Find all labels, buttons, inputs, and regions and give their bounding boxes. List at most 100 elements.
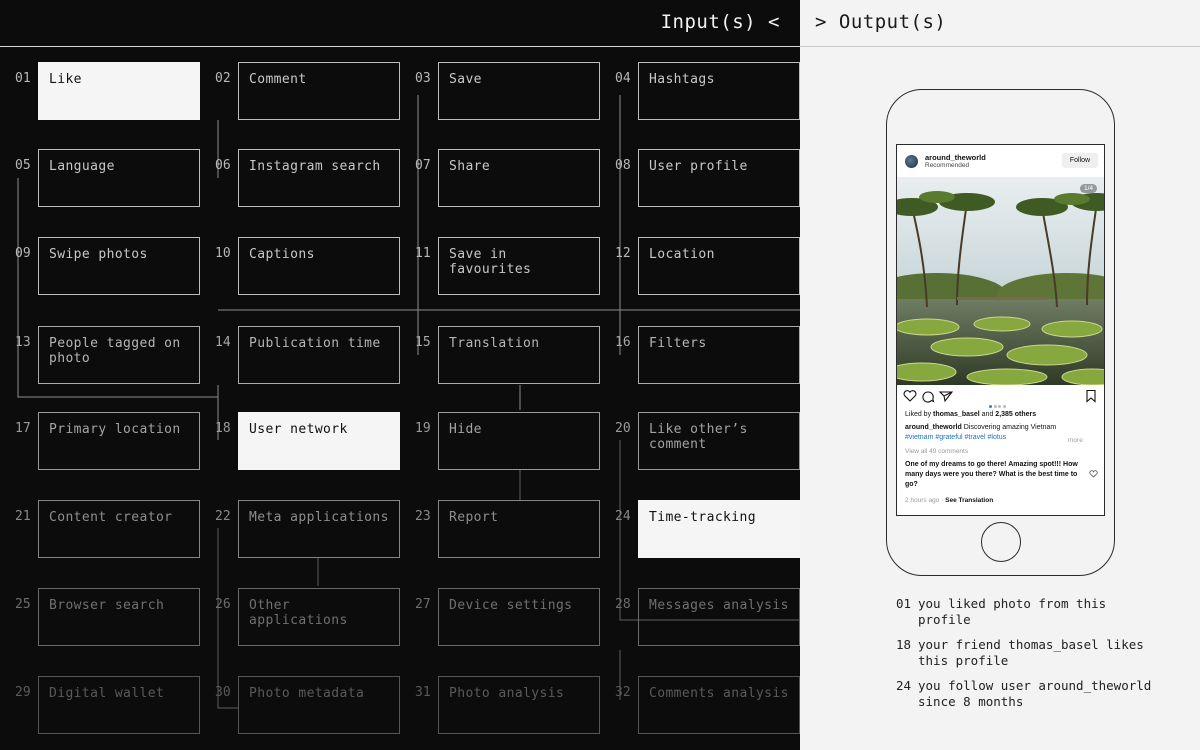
output-header: > Output(s) [800, 0, 1200, 47]
cell-number: 07 [415, 158, 431, 173]
input-cell-swipe-photos[interactable]: Swipe photos [38, 237, 200, 295]
cell-number: 02 [215, 71, 231, 86]
input-cell-language[interactable]: Language [38, 149, 200, 207]
comment-like-icon[interactable] [1089, 470, 1098, 478]
view-comments-link[interactable]: View all 49 comments [905, 448, 968, 455]
input-cell-digital-wallet[interactable]: Digital wallet [38, 676, 200, 734]
input-cell-share[interactable]: Share [438, 149, 600, 207]
input-cell-photo-analysis[interactable]: Photo analysis [438, 676, 600, 734]
input-cell-user-network[interactable]: User network [238, 412, 400, 470]
output-number: 24 [896, 678, 912, 693]
input-cell-hide[interactable]: Hide [438, 412, 600, 470]
cell-number: 23 [415, 509, 431, 524]
input-cell-translation[interactable]: Translation [438, 326, 600, 384]
cell-number: 19 [415, 421, 431, 436]
output-panel: > Output(s) around_theworld Recommended … [800, 0, 1200, 750]
input-cell-browser-search[interactable]: Browser search [38, 588, 200, 646]
share-icon [938, 391, 953, 403]
cell-number: 32 [615, 685, 631, 700]
caption-user[interactable]: around_theworld [905, 424, 962, 431]
output-number: 01 [896, 596, 912, 611]
avatar[interactable] [905, 155, 918, 168]
cell-number: 30 [215, 685, 231, 700]
input-cell-like[interactable]: Like [38, 62, 200, 120]
input-cell-hashtags[interactable]: Hashtags [638, 62, 800, 120]
cell-number: 21 [15, 509, 31, 524]
cell-number: 10 [215, 246, 231, 261]
input-cell-save[interactable]: Save [438, 62, 600, 120]
cell-number: 17 [15, 421, 31, 436]
input-cell-user-profile[interactable]: User profile [638, 149, 800, 207]
input-cell-other-applications[interactable]: Other applications [238, 588, 400, 646]
output-title: > Output(s) [815, 11, 947, 33]
input-cell-publication-time[interactable]: Publication time [238, 326, 400, 384]
input-cell-report[interactable]: Report [438, 500, 600, 558]
time-ago: 2 hours ago [905, 497, 940, 504]
input-cell-instagram-search[interactable]: Instagram search [238, 149, 400, 207]
input-cell-like-other-s-comment[interactable]: Like other’s comment [638, 412, 800, 470]
cell-number: 20 [615, 421, 631, 436]
cell-number: 25 [15, 597, 31, 612]
output-list: 01 you liked photo from this profile 18 you… [896, 596, 1166, 719]
post-username[interactable]: around_theworld [925, 153, 986, 162]
output-text: you liked photo from this profile [918, 596, 1107, 627]
cell-number: 24 [615, 509, 631, 524]
cell-number: 12 [615, 246, 631, 261]
more-link[interactable]: more [1068, 437, 1083, 444]
input-cell-comment[interactable]: Comment [238, 62, 400, 120]
input-cell-content-creator[interactable]: Content creator [38, 500, 200, 558]
input-cell-filters[interactable]: Filters [638, 326, 800, 384]
input-cell-device-settings[interactable]: Device settings [438, 588, 600, 646]
input-cell-save-in-favourites[interactable]: Save in favourites [438, 237, 600, 295]
action-icons [903, 390, 953, 403]
cell-number: 28 [615, 597, 631, 612]
output-text: you follow user around_theworld since 8 … [918, 678, 1152, 709]
cell-number: 05 [15, 158, 31, 173]
likes-count[interactable]: 2,385 others [995, 411, 1036, 418]
input-cell-people-tagged-on-photo[interactable]: People tagged on photo [38, 326, 200, 384]
cell-number: 14 [215, 335, 231, 350]
input-cell-location[interactable]: Location [638, 237, 800, 295]
comment-icon [922, 391, 935, 403]
post-photo[interactable]: 1/4 [897, 177, 1104, 385]
post-header: around_theworld Recommended Follow [897, 145, 1104, 177]
post-subtitle: Recommended [925, 162, 970, 169]
liked-by-user[interactable]: thomas_basel [933, 411, 980, 418]
input-cell-messages-analysis[interactable]: Messages analysis [638, 588, 800, 646]
input-cell-primary-location[interactable]: Primary location [38, 412, 200, 470]
likes-line: Liked by thomas_basel and 2,385 others [905, 411, 1037, 418]
output-item: 24 you follow user around_theworld since … [896, 678, 1166, 710]
input-cell-captions[interactable]: Captions [238, 237, 400, 295]
input-cell-photo-metadata[interactable]: Photo metadata [238, 676, 400, 734]
cell-number: 22 [215, 509, 231, 524]
cell-number: 27 [415, 597, 431, 612]
input-cell-meta-applications[interactable]: Meta applications [238, 500, 400, 558]
bookmark-icon[interactable] [1085, 389, 1097, 403]
cell-number: 29 [15, 685, 31, 700]
caption-text: Discovering amazing Vietnam [961, 424, 1057, 431]
cell-number: 15 [415, 335, 431, 350]
input-panel: Input(s) < 01 Like 02 Comment 03 Save 04 Hashta… [0, 0, 800, 750]
input-cell-time-tracking[interactable]: Time-tracking [638, 500, 800, 558]
cell-number: 16 [615, 335, 631, 350]
photo-counter: 1/4 [1079, 184, 1097, 193]
cell-number: 04 [615, 71, 631, 86]
caption: around_theworld Discovering amazing Viet… [905, 423, 1095, 443]
follow-button[interactable]: Follow [1062, 153, 1098, 168]
see-translation-link[interactable]: See Translation [945, 497, 993, 504]
post-meta: 2 hours ago · See Translation [905, 497, 994, 504]
home-button[interactable] [981, 522, 1021, 562]
comment-text: One of my dreams to go there! Amazing sp… [905, 461, 1078, 488]
cell-number: 13 [15, 335, 31, 350]
cell-number: 11 [415, 246, 431, 261]
output-number: 18 [896, 637, 912, 652]
cell-number: 18 [215, 421, 231, 436]
cell-number: 06 [215, 158, 231, 173]
lotus-pond-photo [897, 177, 1104, 385]
instagram-post: around_theworld Recommended Follow 1/4 L… [896, 144, 1105, 516]
cell-number: 03 [415, 71, 431, 86]
caption-tags[interactable]: #vietnam #grateful #travel #lotus [905, 434, 1006, 441]
cell-number: 26 [215, 597, 231, 612]
input-cell-comments-analysis[interactable]: Comments analysis [638, 676, 800, 734]
cell-number: 31 [415, 685, 431, 700]
